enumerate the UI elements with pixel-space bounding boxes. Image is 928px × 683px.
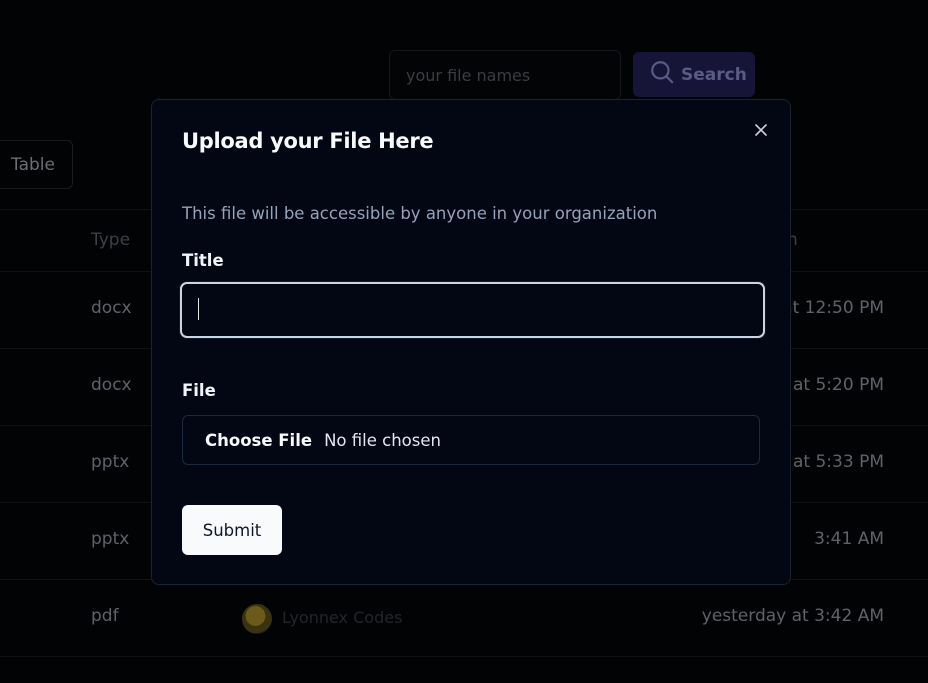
file-input[interactable]: Choose File No file chosen — [182, 415, 760, 465]
table-row[interactable]: pdf Lyonnex Codes yesterday at 3:42 AM — [0, 580, 928, 657]
file-label: File — [182, 381, 216, 400]
close-icon — [754, 122, 768, 141]
choose-file-button[interactable]: Choose File — [205, 431, 312, 450]
submit-button[interactable]: Submit — [182, 505, 282, 555]
avatar — [242, 604, 272, 634]
search-button[interactable]: Search — [633, 52, 755, 97]
title-label: Title — [182, 251, 224, 270]
file-status-text: No file chosen — [324, 430, 441, 450]
cell-type: pptx — [91, 529, 130, 549]
dialog-description: This file will be accessible by anyone i… — [182, 204, 658, 223]
cell-type: pdf — [91, 606, 119, 626]
cell-type: pptx — [91, 452, 130, 472]
table-view-toggle[interactable]: Table — [0, 140, 73, 189]
search-placeholder: your file names — [406, 65, 531, 85]
cell-type: docx — [91, 375, 132, 395]
search-input[interactable]: your file names — [389, 50, 621, 100]
column-header-type: Type — [91, 230, 131, 250]
upload-dialog: Upload your File Here This file will be … — [151, 99, 791, 585]
search-button-label: Search — [681, 64, 747, 85]
cell-type: docx — [91, 298, 132, 318]
search-icon — [649, 59, 675, 90]
dialog-title: Upload your File Here — [182, 129, 434, 153]
close-button[interactable] — [752, 122, 770, 140]
cell-owner: Lyonnex Codes — [282, 608, 403, 627]
table-view-label: Table — [11, 154, 55, 175]
cell-date: yesterday at 3:42 AM — [701, 606, 884, 626]
title-input[interactable] — [180, 282, 765, 338]
text-cursor — [198, 298, 199, 320]
